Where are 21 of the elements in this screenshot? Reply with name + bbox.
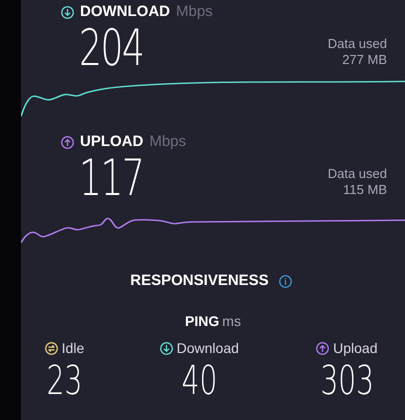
ping-type-label: Upload xyxy=(333,338,378,358)
ping-label: PING xyxy=(185,312,220,330)
unit-label: ms xyxy=(222,312,241,330)
ping-value: 303 xyxy=(320,358,374,402)
data-used-value: 115 MB xyxy=(343,182,387,198)
speed-value: 117 xyxy=(79,152,144,204)
ping-value: 23 xyxy=(46,358,82,402)
ping-type-label: Idle xyxy=(62,338,84,358)
unit-label: Mbps xyxy=(149,132,186,152)
data-used-label: Data used xyxy=(328,36,387,52)
speed-label: DOWNLOAD xyxy=(80,2,170,22)
data-used-label: Data used xyxy=(328,166,387,182)
speed-label: UPLOAD xyxy=(80,132,144,152)
data-used-value: 277 MB xyxy=(342,52,387,68)
speed-value: 204 xyxy=(79,22,144,74)
unit-label: Mbps xyxy=(176,2,213,22)
section-title: RESPONSIVENESS xyxy=(130,271,269,291)
ping-type-label: Download xyxy=(176,338,239,358)
info-icon[interactable] xyxy=(278,274,292,288)
idle-icon xyxy=(44,342,58,354)
ping-value: 40 xyxy=(181,358,218,402)
